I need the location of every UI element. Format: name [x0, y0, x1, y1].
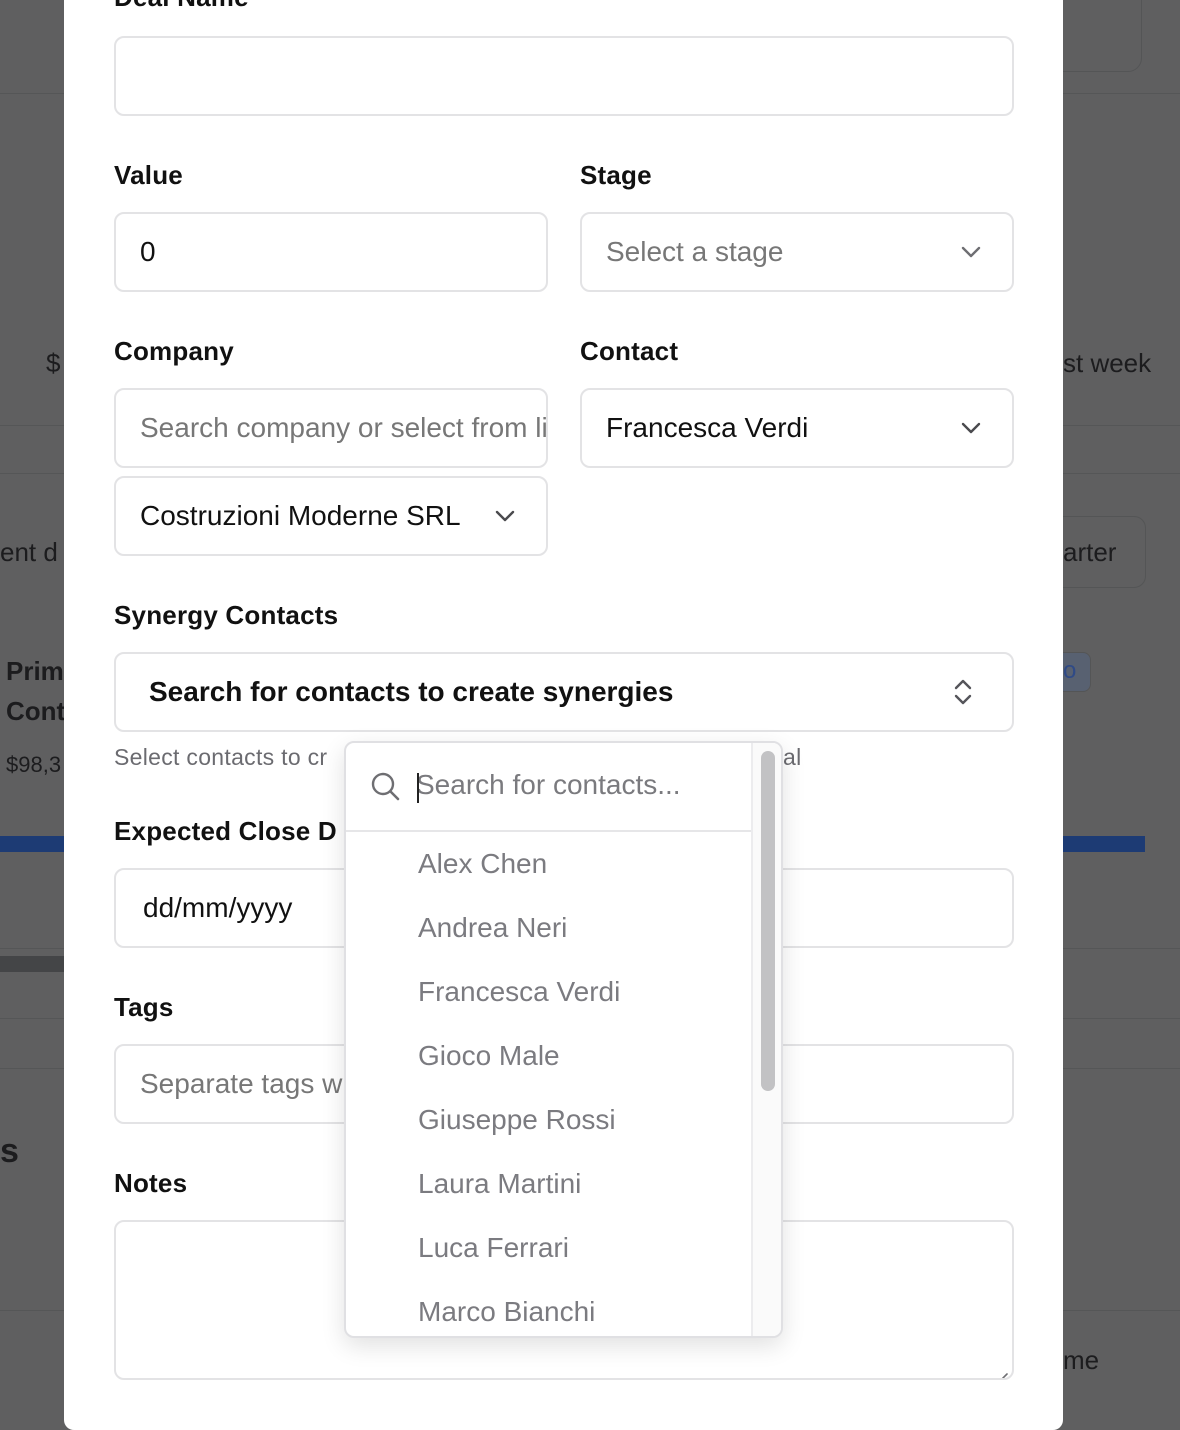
background-progress-bar	[1063, 836, 1145, 852]
background-text: me	[1063, 1345, 1100, 1375]
dropdown-scrollbar-thumb[interactable]	[761, 751, 775, 1091]
tags-label: Tags	[114, 992, 174, 1022]
stage-select[interactable]: Select a stage	[580, 212, 1014, 292]
background-bar	[0, 956, 64, 972]
background-text: st week	[1063, 348, 1152, 378]
contact-search-input[interactable]: Search for contacts...	[416, 769, 681, 801]
contact-option[interactable]: Gioco Male	[346, 1024, 754, 1088]
contact-option[interactable]: Giuseppe Rossi	[346, 1088, 754, 1152]
background-text: Prim	[6, 656, 64, 686]
background-text: Cont	[6, 696, 66, 726]
chevron-up-down-icon	[952, 677, 974, 707]
synergy-contacts-label: Synergy Contacts	[114, 600, 339, 630]
synergy-helper-text-end: al	[783, 744, 802, 770]
close-date-placeholder: dd/mm/yyyy	[143, 892, 293, 923]
company-label: Company	[114, 336, 234, 366]
deal-name-input[interactable]	[114, 36, 1014, 116]
company-select[interactable]: Costruzioni Moderne SRL	[114, 476, 548, 556]
tags-placeholder: Separate tags w	[140, 1068, 343, 1099]
company-search-input[interactable]: Search company or select from list	[114, 388, 548, 468]
synergy-helper-text: Select contacts to cr	[114, 744, 328, 770]
contact-option[interactable]: Alex Chen	[346, 832, 754, 896]
close-date-label: Expected Close D	[114, 816, 337, 846]
company-search-placeholder: Search company or select from list	[140, 412, 548, 443]
contact-option[interactable]: Francesca Verdi	[346, 960, 754, 1024]
deal-name-label: Deal Name	[114, 0, 249, 13]
contact-search-bar: Search for contacts...	[346, 743, 754, 832]
notes-label: Notes	[114, 1168, 188, 1198]
stage-label: Stage	[580, 160, 652, 190]
background-progress-bar	[0, 836, 64, 852]
text-cursor	[417, 773, 419, 803]
background-text: $98,3	[6, 752, 62, 777]
chevron-down-icon	[960, 417, 982, 439]
contact-option[interactable]: Luca Ferrari	[346, 1216, 754, 1280]
contact-option[interactable]: Marco Bianchi	[346, 1280, 754, 1336]
company-selected-value: Costruzioni Moderne SRL	[140, 500, 461, 531]
contact-label: Contact	[580, 336, 679, 366]
chevron-down-icon	[494, 505, 516, 527]
synergy-contacts-dropdown: Search for contacts... Alex Chen Andrea …	[344, 741, 783, 1338]
search-icon	[370, 771, 402, 803]
contact-option[interactable]: Andrea Neri	[346, 896, 754, 960]
background-text: $	[46, 348, 61, 378]
dropdown-scrollbar[interactable]	[751, 743, 781, 1336]
contact-selected-value: Francesca Verdi	[606, 412, 809, 443]
synergy-contacts-trigger-text: Search for contacts to create synergies	[149, 676, 674, 707]
background-text: s	[0, 1132, 19, 1170]
contact-select[interactable]: Francesca Verdi	[580, 388, 1014, 468]
value-input[interactable]: 0	[114, 212, 548, 292]
background-text: ent d	[0, 537, 58, 567]
stage-placeholder: Select a stage	[606, 236, 784, 267]
background-text: arter	[1063, 537, 1117, 567]
value-label: Value	[114, 160, 183, 190]
contact-option[interactable]: Laura Martini	[346, 1152, 754, 1216]
value-input-value: 0	[140, 236, 156, 267]
chevron-down-icon	[960, 241, 982, 263]
background-text: o	[1063, 657, 1077, 684]
resize-handle-icon[interactable]	[994, 1360, 1008, 1378]
synergy-contacts-combobox[interactable]: Search for contacts to create synergies	[114, 652, 1014, 732]
contact-options-list: Alex Chen Andrea Neri Francesca Verdi Gi…	[346, 832, 754, 1336]
